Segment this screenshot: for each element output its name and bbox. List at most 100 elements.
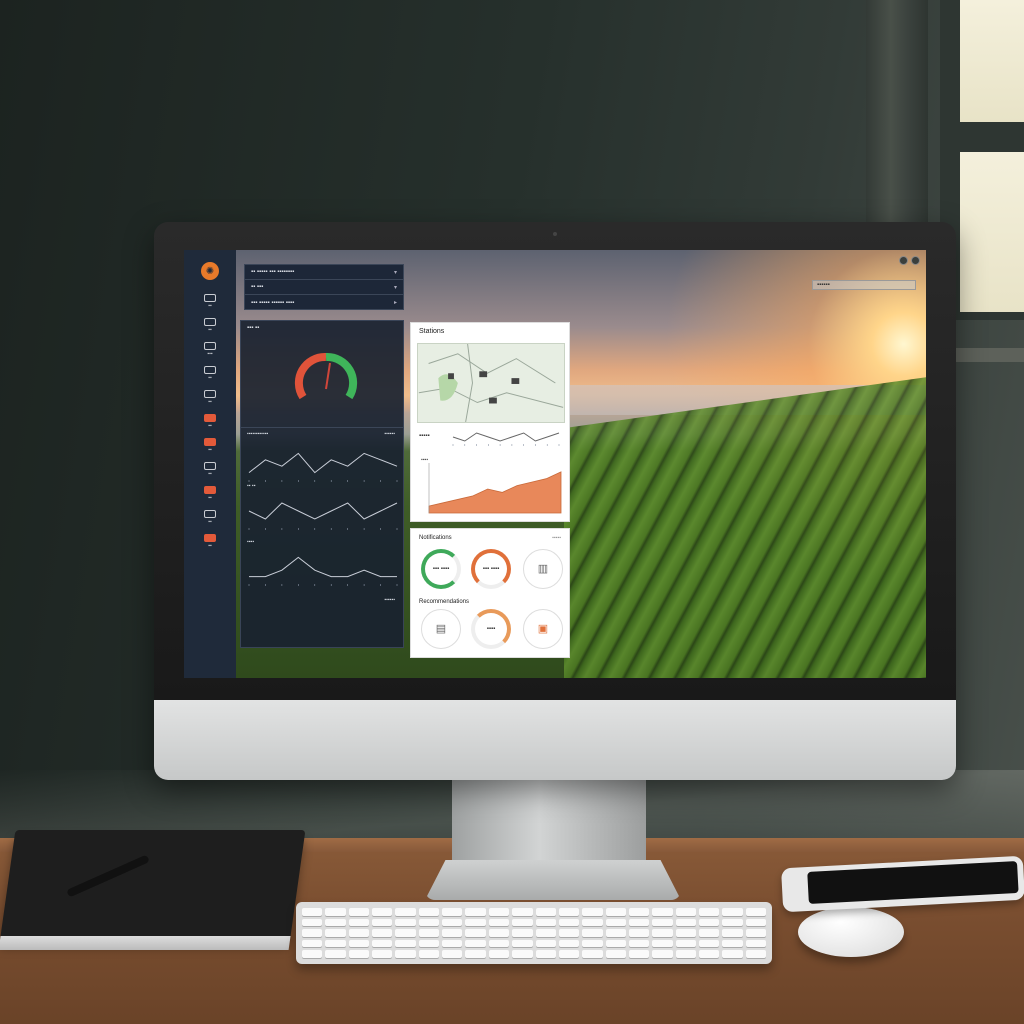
key[interactable] <box>722 908 743 916</box>
key[interactable] <box>395 929 416 937</box>
recommendation-ring[interactable]: ▪▪▪▪ <box>471 609 511 649</box>
key[interactable] <box>348 950 370 958</box>
status-ring[interactable]: ▥ <box>523 549 563 589</box>
sidebar-item[interactable]: ▪▪ <box>204 438 216 453</box>
key[interactable] <box>442 908 463 916</box>
sidebar-item[interactable]: ▪▪ <box>204 510 216 525</box>
sidebar-item[interactable]: ▪▪▪ <box>204 342 216 357</box>
key[interactable] <box>628 918 650 927</box>
key[interactable] <box>535 929 556 937</box>
panel-link[interactable]: ▪▪▪▪▪ <box>552 535 561 541</box>
key[interactable] <box>325 918 346 927</box>
sidebar-item[interactable]: ▪▪ <box>204 318 216 333</box>
key[interactable] <box>372 939 393 948</box>
key[interactable] <box>535 908 556 916</box>
key[interactable] <box>512 939 533 948</box>
sidebar-item[interactable]: ▪▪ <box>204 390 216 405</box>
keyboard[interactable] <box>296 902 772 964</box>
key[interactable] <box>675 950 696 958</box>
key[interactable] <box>535 918 556 927</box>
key[interactable] <box>628 908 650 916</box>
key[interactable] <box>722 950 743 958</box>
key[interactable] <box>488 908 510 916</box>
key[interactable] <box>395 918 416 927</box>
key[interactable] <box>582 918 603 927</box>
sidebar-item[interactable]: ▪▪ <box>204 462 216 477</box>
header-selector[interactable]: ▪▪ ▪▪▪▪▪ ▪▪▪ ▪▪▪▪▪▪▪▪ ▾ ▪▪ ▪▪▪ ▾ ▪▪▪ ▪▪▪▪▪… <box>244 264 404 310</box>
key[interactable] <box>512 908 533 916</box>
key[interactable] <box>302 950 323 958</box>
status-ring[interactable]: ▪▪▪ ▪▪▪▪ <box>471 549 511 589</box>
key[interactable] <box>418 918 440 927</box>
key[interactable] <box>348 939 370 948</box>
key[interactable] <box>722 929 743 937</box>
chevron-down-icon[interactable]: ▸ <box>394 299 397 306</box>
key[interactable] <box>535 939 556 948</box>
key[interactable] <box>605 929 626 937</box>
key[interactable] <box>442 939 463 948</box>
key[interactable] <box>698 918 720 927</box>
key[interactable] <box>652 929 673 937</box>
key[interactable] <box>605 939 626 948</box>
key[interactable] <box>465 908 486 916</box>
key[interactable] <box>675 939 696 948</box>
key[interactable] <box>745 918 766 927</box>
key[interactable] <box>372 929 393 937</box>
key[interactable] <box>372 950 393 958</box>
key[interactable] <box>652 918 673 927</box>
key[interactable] <box>302 918 323 927</box>
key[interactable] <box>442 950 463 958</box>
key[interactable] <box>512 918 533 927</box>
mouse[interactable] <box>798 907 904 957</box>
key[interactable] <box>535 950 556 958</box>
key[interactable] <box>442 929 463 937</box>
search-input[interactable]: ▪▪▪▪▪▪ <box>812 280 916 290</box>
chevron-down-icon[interactable]: ▾ <box>394 284 397 291</box>
key[interactable] <box>488 950 510 958</box>
key[interactable] <box>325 950 346 958</box>
key[interactable] <box>605 950 626 958</box>
map[interactable] <box>417 343 565 423</box>
key[interactable] <box>652 908 673 916</box>
key[interactable] <box>465 929 486 937</box>
key[interactable] <box>675 929 696 937</box>
key[interactable] <box>418 908 440 916</box>
key[interactable] <box>418 939 440 948</box>
key[interactable] <box>488 939 510 948</box>
key[interactable] <box>465 950 486 958</box>
key[interactable] <box>302 929 323 937</box>
key[interactable] <box>488 918 510 927</box>
key[interactable] <box>582 950 603 958</box>
key[interactable] <box>558 918 580 927</box>
key[interactable] <box>348 918 370 927</box>
key[interactable] <box>418 929 440 937</box>
key[interactable] <box>628 929 650 937</box>
sidebar-item[interactable]: ▪▪ <box>204 486 216 501</box>
key[interactable] <box>745 908 766 916</box>
key[interactable] <box>628 939 650 948</box>
recommendation-ring[interactable]: ▣ <box>523 609 563 649</box>
key[interactable] <box>488 929 510 937</box>
key[interactable] <box>395 939 416 948</box>
key[interactable] <box>582 939 603 948</box>
key[interactable] <box>745 929 766 937</box>
key[interactable] <box>675 908 696 916</box>
key[interactable] <box>442 918 463 927</box>
sidebar-item[interactable]: ▪▪ <box>204 414 216 429</box>
key[interactable] <box>325 908 346 916</box>
key[interactable] <box>395 908 416 916</box>
key[interactable] <box>628 950 650 958</box>
sidebar-item[interactable]: ▪▪ <box>204 366 216 381</box>
key[interactable] <box>512 950 533 958</box>
key[interactable] <box>465 939 486 948</box>
chevron-down-icon[interactable]: ▾ <box>394 269 397 276</box>
gear-icon[interactable]: ✺ <box>201 262 219 280</box>
key[interactable] <box>698 929 720 937</box>
key[interactable] <box>605 908 626 916</box>
key[interactable] <box>465 918 486 927</box>
control-icon[interactable] <box>899 256 908 265</box>
key[interactable] <box>348 908 370 916</box>
control-icon[interactable] <box>911 256 920 265</box>
key[interactable] <box>325 929 346 937</box>
key[interactable] <box>395 950 416 958</box>
